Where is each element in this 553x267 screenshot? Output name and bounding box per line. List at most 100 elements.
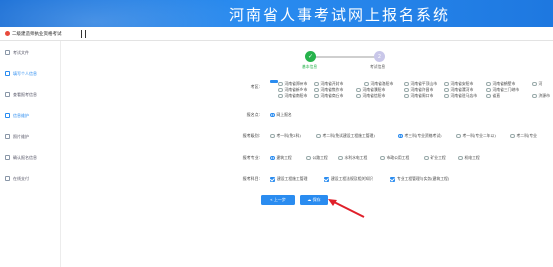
option-label: 考二科(专业 bbox=[516, 133, 537, 138]
major-option[interactable]: 水利水电工程 bbox=[338, 155, 367, 161]
option-label: 矿业工程 bbox=[430, 155, 446, 160]
checkbox-checked-icon bbox=[270, 176, 275, 182]
major-option[interactable]: 建筑工程 bbox=[270, 155, 292, 161]
radio-icon bbox=[404, 87, 409, 93]
subjects-label: 报考科目: bbox=[242, 176, 260, 181]
menu-toggle-icon[interactable] bbox=[81, 30, 87, 38]
sidebar-item-label: 查看报考信息 bbox=[13, 91, 37, 97]
step-2-label: 考试信息 bbox=[370, 64, 386, 69]
major-option[interactable]: 机电工程 bbox=[458, 155, 480, 161]
check-icon bbox=[5, 155, 10, 160]
radio-icon bbox=[270, 155, 275, 161]
radio-icon bbox=[444, 81, 449, 87]
category-option[interactable]: 考二科(免试建设工程施工管理) bbox=[316, 133, 375, 139]
category-option[interactable]: 考三科(专业资格考试) bbox=[398, 133, 442, 139]
step-indicator: ✓ 2 基本信息 考试信息 bbox=[300, 48, 400, 73]
sidebar-item-label: 信息维护 bbox=[13, 112, 29, 118]
option-label: 省直 bbox=[492, 93, 501, 98]
radio-icon bbox=[314, 87, 319, 93]
header-banner: 河南省人事考试网上报名系统 bbox=[0, 0, 553, 27]
document-icon bbox=[5, 50, 10, 55]
sidebar-item-personal-info[interactable]: 填写个人信息 bbox=[0, 69, 61, 78]
sidebar-item-label: 填写个人信息 bbox=[13, 70, 37, 76]
option-label: 考三科(专业资格考试) bbox=[404, 133, 442, 138]
list-icon bbox=[5, 92, 10, 97]
option-label: 考二科(免试建设工程施工管理) bbox=[322, 133, 375, 138]
option-label: 水利水电工程 bbox=[344, 155, 368, 160]
region-option[interactable]: 河南省商丘市 bbox=[314, 93, 343, 99]
major-option[interactable]: 矿业工程 bbox=[424, 155, 446, 161]
radio-icon bbox=[356, 87, 361, 93]
region-option[interactable]: 济源市 bbox=[532, 93, 550, 99]
region-option[interactable]: 河南省周口市 bbox=[404, 93, 433, 99]
sidebar-item-label: 确认报名信息 bbox=[13, 154, 37, 160]
radio-icon bbox=[404, 81, 409, 87]
step-2-pending-icon: 2 bbox=[374, 51, 385, 62]
region-option[interactable]: 河南省信阳市 bbox=[356, 93, 385, 99]
major-option[interactable]: 公路工程 bbox=[306, 155, 328, 161]
option-label: 河南省商丘市 bbox=[320, 93, 344, 98]
radio-icon bbox=[532, 93, 537, 99]
subject-checkbox[interactable]: 专业工程管理与实务(建筑工程) bbox=[390, 176, 449, 182]
option-label: 河南省信阳市 bbox=[362, 93, 386, 98]
checkbox-checked-icon bbox=[390, 176, 395, 182]
sidebar-item-payment[interactable]: 在线支付 bbox=[0, 174, 61, 183]
region-option[interactable]: 省直 bbox=[486, 93, 500, 99]
option-label: 考一科(专业二年以) bbox=[462, 133, 496, 138]
radio-icon bbox=[338, 155, 343, 161]
option-label: 建筑工程 bbox=[276, 155, 292, 160]
radio-icon bbox=[364, 81, 369, 87]
option-label: 河南省南阳市 bbox=[284, 93, 308, 98]
radio-icon bbox=[278, 93, 283, 99]
sidebar-item-confirm[interactable]: 确认报名信息 bbox=[0, 153, 61, 162]
radio-icon bbox=[306, 155, 311, 161]
annotation-arrow-icon bbox=[328, 199, 365, 218]
settings-icon bbox=[5, 113, 10, 118]
region-option[interactable]: 河南省驻马店市 bbox=[444, 93, 477, 99]
save-button[interactable]: ☁ 保存 bbox=[300, 195, 328, 205]
sidebar-item-label: 考试文件 bbox=[13, 49, 29, 55]
payment-icon bbox=[5, 176, 10, 181]
radio-icon bbox=[510, 133, 515, 139]
radio-icon bbox=[314, 93, 319, 99]
region-scroll-handle[interactable] bbox=[270, 80, 278, 83]
major-option[interactable]: 市政公用工程 bbox=[380, 155, 409, 161]
step-1-label: 基本信息 bbox=[302, 64, 318, 69]
radio-icon bbox=[316, 133, 321, 139]
subject-checkbox[interactable]: 建设工程施工管理 bbox=[270, 176, 307, 182]
radio-icon bbox=[486, 81, 491, 87]
option-label: 市政公用工程 bbox=[386, 155, 410, 160]
sidebar-item-view-registration[interactable]: 查看报考信息 bbox=[0, 90, 61, 99]
previous-step-button[interactable]: « 上一步 bbox=[261, 195, 295, 205]
category-option[interactable]: 考一科(专业二年以) bbox=[456, 133, 496, 139]
category-label: 报考级别: bbox=[242, 133, 260, 138]
category-option[interactable]: 考一科(免2科) bbox=[270, 133, 301, 139]
radio-icon bbox=[270, 112, 275, 118]
option-label: 建设工程法规及相关知识 bbox=[331, 176, 373, 181]
edit-icon bbox=[5, 71, 10, 76]
radio-icon bbox=[424, 155, 429, 161]
subject-checkbox[interactable]: 建设工程法规及相关知识 bbox=[324, 176, 373, 182]
exam-point-option[interactable]: 网上报名 bbox=[270, 112, 292, 118]
sidebar-item-photo[interactable]: 照片维护 bbox=[0, 132, 61, 141]
sidebar-item-exam-files[interactable]: 考试文件 bbox=[0, 48, 61, 57]
app-logo-icon bbox=[5, 31, 10, 36]
sidebar-item-info-maintenance[interactable]: 信息维护 bbox=[0, 111, 61, 120]
radio-icon bbox=[444, 93, 449, 99]
region-option[interactable]: 河 bbox=[532, 81, 542, 87]
sidebar-item-label: 在线支付 bbox=[13, 175, 29, 181]
option-label: 河 bbox=[538, 81, 543, 86]
category-option[interactable]: 考二科(专业 bbox=[510, 133, 537, 139]
step-1-complete-icon: ✓ bbox=[305, 51, 316, 62]
radio-icon bbox=[278, 87, 283, 93]
option-label: 公路工程 bbox=[312, 155, 328, 160]
sidebar: 考试文件 填写个人信息 查看报考信息 信息维护 照片维护 确认报名信息 在线支付 bbox=[0, 41, 61, 267]
banner-decoration bbox=[0, 0, 250, 27]
radio-icon bbox=[532, 81, 537, 87]
exam-point-label: 报名点: bbox=[246, 112, 260, 117]
radio-icon bbox=[398, 133, 403, 139]
region-option[interactable]: 河南省南阳市 bbox=[278, 93, 307, 99]
radio-icon bbox=[314, 81, 319, 87]
radio-icon bbox=[270, 133, 275, 139]
radio-icon bbox=[458, 155, 463, 161]
